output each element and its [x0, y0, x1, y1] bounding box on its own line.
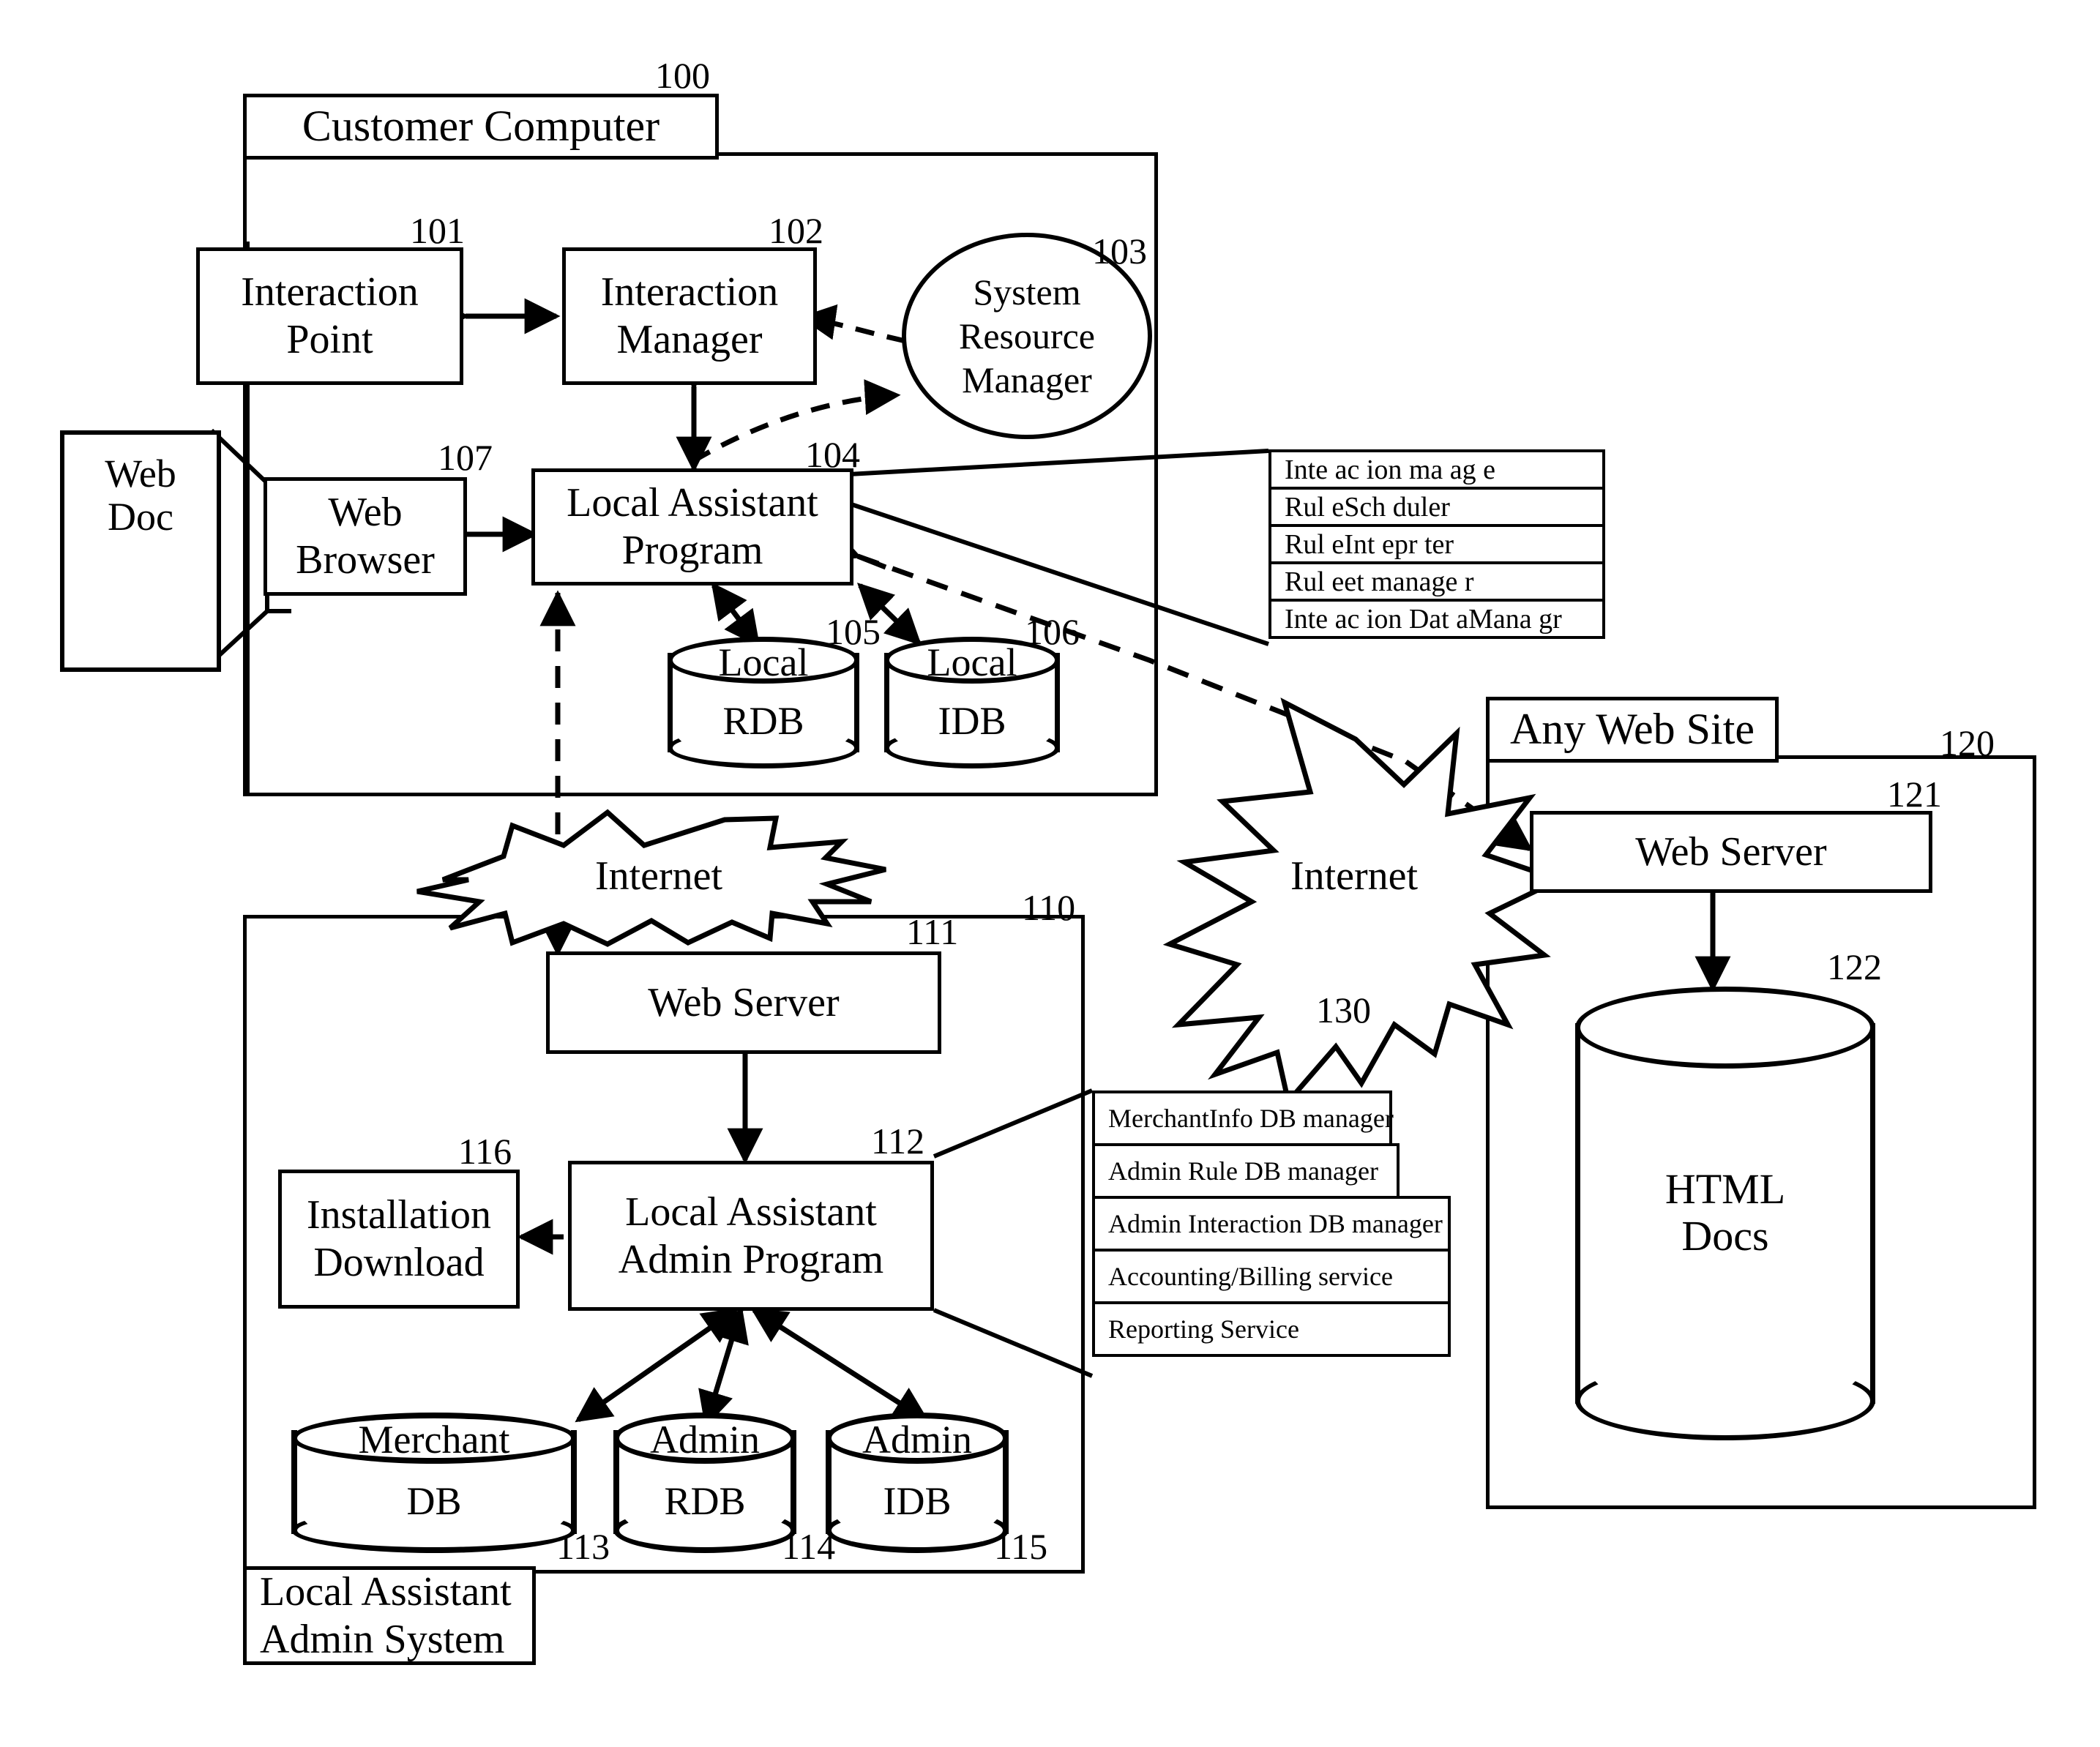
ref-113: 113: [556, 1526, 610, 1567]
admin-idb-line1: Admin: [862, 1418, 972, 1462]
ref-101: 101: [410, 210, 465, 251]
merchant-db-cylinder[interactable]: Merchant DB: [291, 1413, 577, 1553]
web-doc-line2: Doc: [108, 495, 173, 539]
admin-module-item-1[interactable]: Admin Rule DB manager: [1092, 1143, 1400, 1199]
patent-figure-canvas: Interaction Manager --> System Resource …: [0, 0, 2100, 1747]
ref-111: 111: [906, 911, 959, 952]
interaction-point-line1: Interaction: [241, 269, 419, 315]
ref-112: 112: [871, 1121, 925, 1161]
any-web-site-title: Any Web Site: [1509, 705, 1755, 754]
system-resource-manager-line1: System: [973, 272, 1081, 313]
web-browser-line1: Web: [328, 490, 403, 536]
customer-computer-title-box: Customer Computer: [243, 94, 719, 160]
web-browser-line2: Browser: [296, 537, 435, 583]
admin-rdb-cylinder[interactable]: Admin RDB: [613, 1413, 796, 1553]
local-rdb-line1: Local: [718, 640, 809, 684]
html-docs-line1: HTML: [1664, 1165, 1786, 1213]
local-idb-line2: IDB: [938, 699, 1006, 743]
local-rdb-cylinder[interactable]: Local RDB: [668, 637, 859, 768]
admin-idb-line2: IDB: [883, 1479, 952, 1523]
ref-122: 122: [1827, 946, 1882, 987]
local-idb-line1: Local: [927, 640, 1017, 684]
web-doc-page: Web Doc: [60, 430, 221, 672]
admin-rdb-line1: Admin: [649, 1418, 760, 1462]
ref-104: 104: [805, 434, 860, 475]
admin-module-item-0[interactable]: MerchantInfo DB manager: [1092, 1091, 1394, 1146]
admin-module-item-3[interactable]: Accounting/Billing service: [1092, 1249, 1451, 1304]
admin-module-item-4-label: Reporting Service: [1108, 1314, 1299, 1344]
admin-module-item-1-label: Admin Rule DB manager: [1108, 1156, 1378, 1186]
module-item-1-label: Rul eSch duler: [1285, 491, 1450, 523]
admin-module-list: MerchantInfo DB manager Admin Rule DB ma…: [1092, 1091, 1451, 1357]
local-assistant-program-line1: Local Assistant: [567, 480, 818, 526]
admin-module-item-2-label: Admin Interaction DB manager: [1108, 1209, 1443, 1238]
module-item-2[interactable]: Rul eInt epr ter: [1268, 524, 1605, 564]
admin-module-item-3-label: Accounting/Billing service: [1108, 1262, 1393, 1291]
ref-115: 115: [994, 1526, 1048, 1567]
installation-download-line1: Installation: [307, 1192, 491, 1238]
html-docs-cylinder[interactable]: HTML Docs: [1575, 987, 1875, 1440]
ref-120: 120: [1940, 722, 1995, 763]
admin-system-title-line1: Local Assistant: [260, 1568, 512, 1615]
interaction-manager-line1: Interaction: [600, 269, 779, 315]
any-web-site-title-box: Any Web Site: [1486, 697, 1779, 763]
admin-system-title-line2: Admin System: [260, 1616, 505, 1662]
local-assistant-module-list: Inte ac ion ma ag e Rul eSch duler Rul e…: [1268, 449, 1605, 639]
system-resource-manager-line2: Resource: [958, 315, 1096, 356]
module-item-0[interactable]: Inte ac ion ma ag e: [1268, 449, 1605, 490]
module-item-3-label: Rul eet manage r: [1285, 566, 1474, 597]
web-browser-box[interactable]: Web Browser: [264, 477, 467, 596]
ref-110: 110: [1022, 887, 1076, 928]
local-assistant-admin-program-box[interactable]: Local Assistant Admin Program: [568, 1161, 934, 1311]
admin-module-item-4[interactable]: Reporting Service: [1092, 1301, 1451, 1357]
interaction-manager-box[interactable]: Interaction Manager: [562, 247, 817, 385]
any-web-site-web-server-label: Web Server: [1635, 828, 1827, 875]
ref-100: 100: [655, 55, 710, 96]
admin-idb-cylinder[interactable]: Admin IDB: [826, 1413, 1009, 1553]
admin-web-server-box[interactable]: Web Server: [546, 951, 941, 1054]
interaction-manager-line2: Manager: [616, 317, 763, 362]
ref-103: 103: [1092, 231, 1147, 272]
merchant-db-line1: Merchant: [358, 1418, 510, 1462]
any-web-site-web-server-box[interactable]: Web Server: [1530, 811, 1932, 893]
installation-download-line2: Download: [313, 1240, 485, 1285]
ref-102: 102: [769, 210, 823, 251]
admin-web-server-label: Web Server: [648, 979, 840, 1025]
ref-116: 116: [458, 1131, 512, 1172]
merchant-db-line2: DB: [406, 1479, 462, 1523]
internet-right-label: Internet: [1290, 853, 1419, 899]
local-assistant-program-box[interactable]: Local Assistant Program: [531, 468, 853, 586]
module-item-1[interactable]: Rul eSch duler: [1268, 487, 1605, 527]
ref-106: 106: [1025, 611, 1080, 652]
installation-download-box[interactable]: Installation Download: [278, 1170, 520, 1309]
system-resource-manager-line3: Manager: [962, 359, 1092, 400]
ref-121: 121: [1887, 774, 1942, 815]
module-item-0-label: Inte ac ion ma ag e: [1285, 454, 1496, 485]
admin-rdb-line2: RDB: [664, 1479, 746, 1523]
admin-module-item-2[interactable]: Admin Interaction DB manager: [1092, 1196, 1451, 1252]
ref-130: 130: [1316, 990, 1371, 1030]
local-idb-cylinder[interactable]: Local IDB: [884, 637, 1060, 768]
module-item-3[interactable]: Rul eet manage r: [1268, 561, 1605, 602]
admin-system-title-box: Local Assistant Admin System: [243, 1566, 536, 1665]
admin-program-line2: Admin Program: [618, 1236, 884, 1282]
internet-left-label: Internet: [594, 853, 723, 899]
module-item-2-label: Rul eInt epr ter: [1285, 528, 1454, 560]
ref-107: 107: [438, 437, 493, 478]
admin-program-line1: Local Assistant: [625, 1189, 877, 1235]
admin-module-item-0-label: MerchantInfo DB manager: [1108, 1104, 1394, 1133]
interaction-point-line2: Point: [286, 317, 373, 362]
customer-computer-title: Customer Computer: [302, 102, 660, 151]
web-doc-line1: Web: [105, 452, 176, 495]
interaction-point-box[interactable]: Interaction Point: [196, 247, 463, 385]
module-item-4-label: Inte ac ion Dat aMana gr: [1285, 603, 1562, 635]
local-rdb-line2: RDB: [722, 699, 804, 743]
module-item-4[interactable]: Inte ac ion Dat aMana gr: [1268, 599, 1605, 639]
local-assistant-program-line2: Program: [621, 528, 763, 573]
html-docs-line2: Docs: [1681, 1211, 1769, 1260]
ref-105: 105: [826, 611, 881, 652]
